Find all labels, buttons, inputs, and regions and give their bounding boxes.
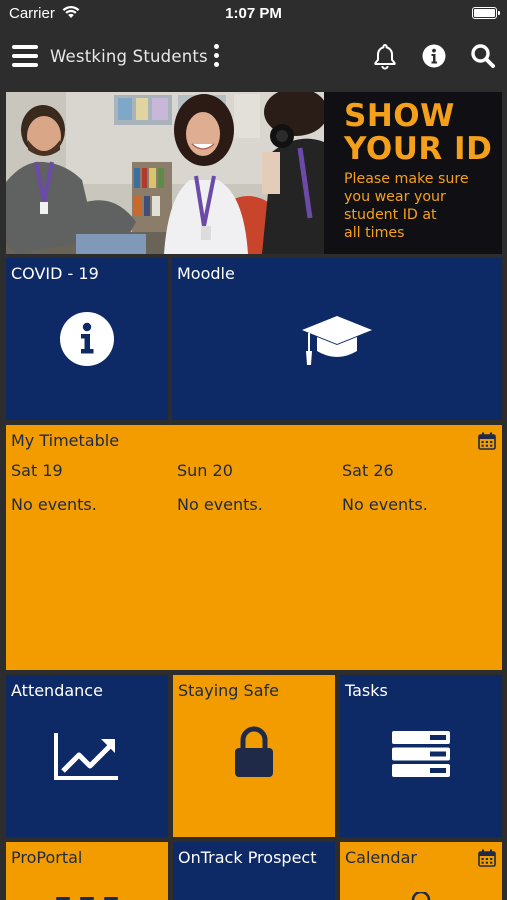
proportal-icon bbox=[56, 897, 118, 900]
tile-label: ProPortal bbox=[11, 848, 83, 867]
students-photo bbox=[6, 92, 324, 254]
banner-heading: SHOW YOUR ID bbox=[344, 98, 493, 167]
tile-label: My Timetable bbox=[11, 431, 120, 450]
tile-calendar[interactable]: Calendar bbox=[340, 842, 502, 900]
tile-my-timetable[interactable]: My Timetable Sat 19 No events. Sun 20 No… bbox=[6, 425, 502, 670]
tile-staying-safe[interactable]: Staying Safe bbox=[173, 675, 335, 837]
tile-label: Tasks bbox=[345, 681, 388, 700]
timetable-day-events: No events. bbox=[342, 495, 428, 514]
tile-moodle[interactable]: Moodle bbox=[172, 258, 502, 420]
info-circle-icon bbox=[60, 312, 114, 366]
tile-covid-19[interactable]: COVID - 19 bbox=[6, 258, 168, 420]
tile-label: OnTrack Prospect bbox=[178, 848, 317, 867]
calendar-tile-icon bbox=[411, 892, 431, 900]
timetable-day-events: No events. bbox=[177, 495, 263, 514]
info-icon[interactable] bbox=[420, 42, 448, 70]
menu-icon[interactable] bbox=[12, 45, 38, 67]
tile-attendance[interactable]: Attendance bbox=[6, 675, 168, 837]
trending-chart-icon bbox=[54, 733, 118, 780]
tile-tasks[interactable]: Tasks bbox=[340, 675, 502, 837]
tile-proportal[interactable]: ProPortal bbox=[6, 842, 168, 900]
timetable-day-date: Sun 20 bbox=[177, 461, 233, 480]
tile-label: Moodle bbox=[177, 264, 235, 283]
banner-message-panel: SHOW YOUR ID Please make sure you wear y… bbox=[324, 92, 502, 254]
app-title: Westking Students bbox=[50, 47, 208, 66]
tile-ontrack-prospect[interactable]: OnTrack Prospect bbox=[173, 842, 335, 900]
calendar-icon bbox=[478, 849, 496, 867]
search-icon[interactable] bbox=[469, 42, 497, 70]
calendar-icon[interactable] bbox=[478, 432, 496, 450]
show-id-banner[interactable]: SHOW YOUR ID Please make sure you wear y… bbox=[6, 92, 502, 254]
task-list-icon bbox=[392, 731, 450, 777]
tile-label: Attendance bbox=[11, 681, 103, 700]
timetable-day-events: No events. bbox=[11, 495, 97, 514]
tile-label: Calendar bbox=[345, 848, 417, 867]
app-header: Westking Students bbox=[0, 28, 507, 86]
clock-time: 1:07 PM bbox=[225, 5, 282, 22]
padlock-icon bbox=[235, 726, 273, 777]
tile-label: COVID - 19 bbox=[11, 264, 99, 283]
graduation-cap-icon bbox=[302, 316, 372, 365]
timetable-day-date: Sat 19 bbox=[11, 461, 63, 480]
timetable-day-date: Sat 26 bbox=[342, 461, 394, 480]
banner-subtext: Please make sure you wear your student I… bbox=[344, 171, 469, 241]
status-bar: Carrier 1:07 PM bbox=[0, 0, 507, 28]
more-options-icon[interactable] bbox=[212, 44, 220, 68]
bell-icon[interactable] bbox=[371, 42, 399, 70]
battery-icon bbox=[472, 7, 500, 19]
tile-label: Staying Safe bbox=[178, 681, 279, 700]
